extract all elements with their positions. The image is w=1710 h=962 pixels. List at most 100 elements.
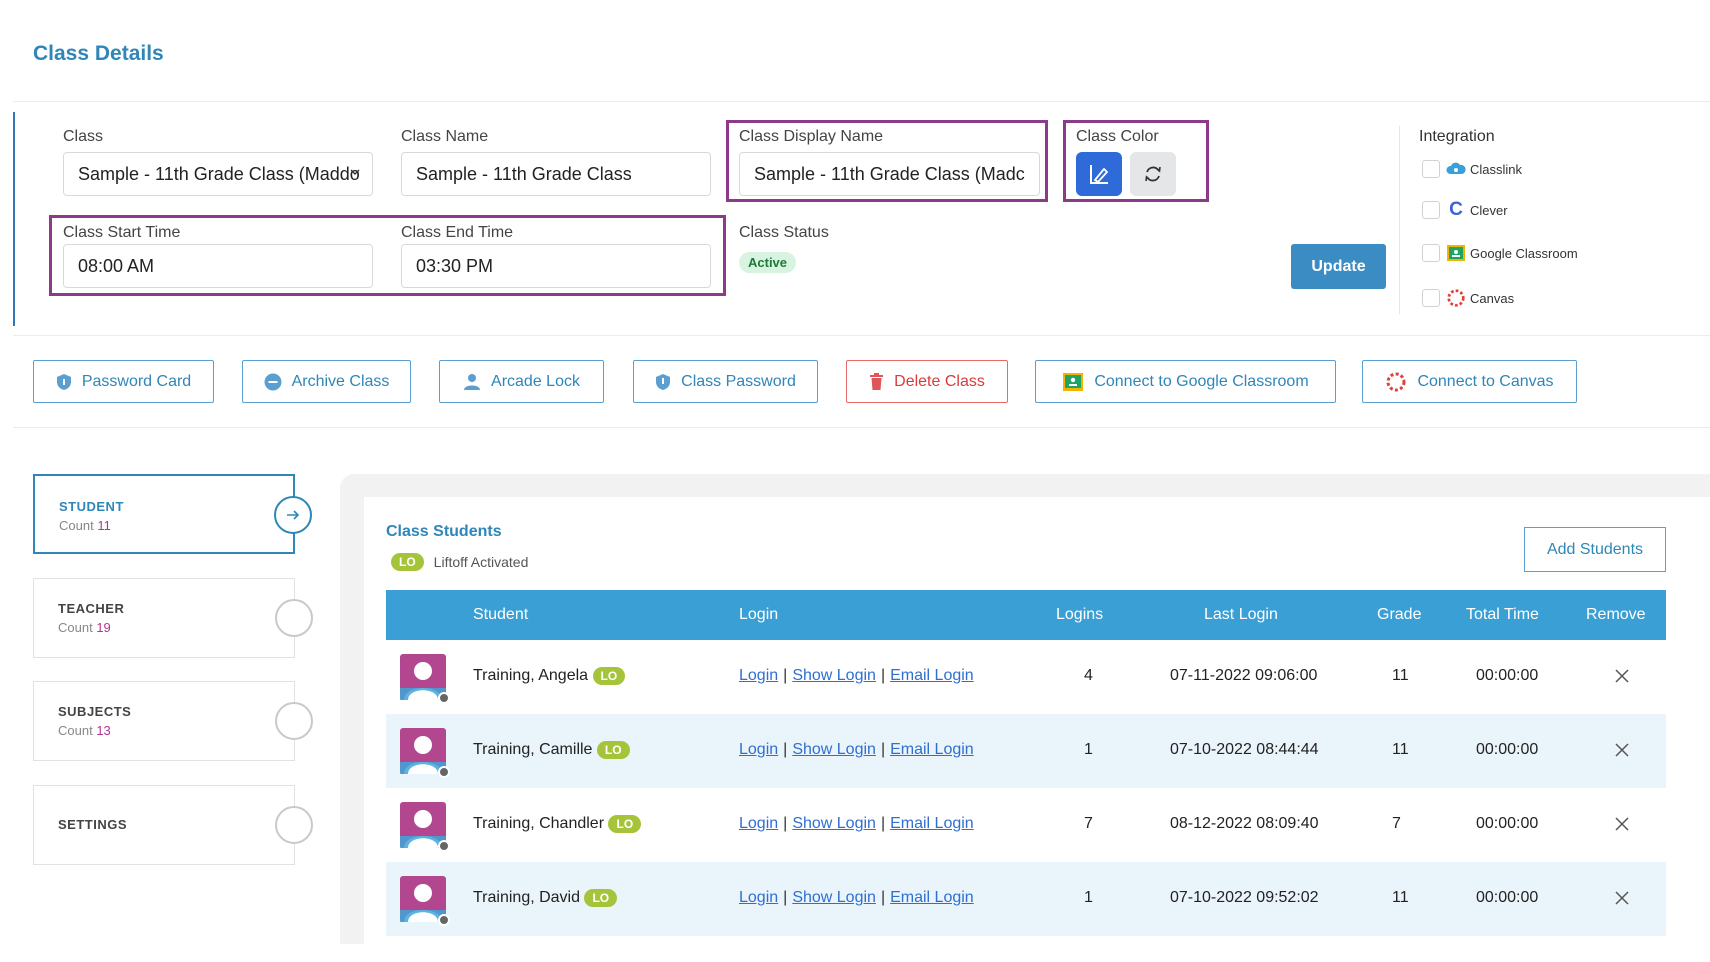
integration-title: Integration (1419, 128, 1495, 145)
class-name-input[interactable]: Sample - 11th Grade Class (401, 152, 711, 196)
login-link[interactable]: Login (739, 815, 778, 832)
integration-google-classroom[interactable]: Google Classroom (1422, 243, 1578, 263)
add-students-button[interactable]: Add Students (1524, 527, 1666, 572)
circle-icon (275, 702, 313, 740)
sidebar-item-settings[interactable]: SETTINGS (33, 785, 313, 865)
class-color-label: Class Color (1076, 128, 1159, 145)
avatar (400, 654, 450, 704)
start-time-label: Class Start Time (63, 224, 181, 241)
integration-clever[interactable]: C Clever (1422, 199, 1508, 220)
column-header-last-login[interactable]: Last Login (1204, 606, 1278, 624)
clever-icon: C (1449, 199, 1463, 220)
canvas-checkbox[interactable] (1422, 289, 1440, 307)
show-login-link[interactable]: Show Login (792, 815, 876, 832)
link-separator: | (880, 741, 886, 758)
lo-badge: LO (596, 741, 630, 759)
table-row: Training, Chandler LO Login | Show Login | Em… (386, 788, 1666, 862)
canvas-label: Canvas (1470, 290, 1515, 306)
archive-class-label: Archive Class (291, 372, 390, 390)
end-time-input[interactable]: 03:30 PM (401, 244, 711, 288)
google-classroom-label: Google Classroom (1470, 245, 1578, 261)
archive-class-button[interactable]: Archive Class (242, 360, 411, 403)
login-link[interactable]: Login (739, 889, 778, 906)
last-login-cell: 07-11-2022 09:06:00 (1170, 667, 1318, 684)
login-link[interactable]: Login (739, 667, 778, 684)
form-divider (13, 335, 1710, 336)
student-name-cell: Training, Camille LO (473, 741, 630, 759)
classlink-checkbox[interactable] (1422, 160, 1440, 178)
logins-cell: 1 (1084, 889, 1093, 906)
class-select[interactable]: Sample - 11th Grade Class (Maddo (63, 152, 373, 196)
sidebar-item-title: TEACHER (58, 601, 125, 616)
column-header-logins[interactable]: Logins (1056, 606, 1103, 624)
class-password-button[interactable]: Class Password (633, 360, 818, 403)
start-time-input[interactable]: 08:00 AM (63, 244, 373, 288)
sidebar-item-title: STUDENT (59, 499, 124, 514)
sidebar-item-teacher[interactable]: TEACHER Count 19 (33, 578, 313, 658)
classlink-label: Classlink (1470, 161, 1523, 177)
close-icon[interactable] (1614, 742, 1630, 758)
avatar (400, 728, 450, 778)
grade-cell: 11 (1392, 741, 1409, 758)
arrow-right-circle-icon[interactable] (274, 496, 312, 534)
sidebar-item-count: Count 19 (58, 620, 111, 635)
sidebar-item-student[interactable]: STUDENT Count 11 (33, 474, 312, 554)
total-time-cell: 00:00:00 (1476, 815, 1539, 832)
logins-cell: 4 (1084, 667, 1093, 684)
grade-cell: 11 (1392, 889, 1409, 906)
class-password-label: Class Password (681, 372, 796, 390)
connect-canvas-button[interactable]: Connect to Canvas (1362, 360, 1577, 403)
show-login-link[interactable]: Show Login (792, 889, 876, 906)
show-login-link[interactable]: Show Login (792, 741, 876, 758)
email-login-link[interactable]: Email Login (890, 667, 974, 684)
link-separator: | (880, 667, 886, 684)
display-name-label: Class Display Name (739, 128, 884, 145)
google-classroom-checkbox[interactable] (1422, 244, 1440, 262)
column-header-student[interactable]: Student (473, 606, 528, 624)
email-login-link[interactable]: Email Login (890, 815, 974, 832)
student-name: Training, David (473, 889, 581, 906)
link-separator: | (783, 889, 788, 906)
login-link[interactable]: Login (739, 741, 778, 758)
email-login-link[interactable]: Email Login (890, 889, 974, 906)
status-dot (438, 840, 450, 852)
close-icon[interactable] (1614, 816, 1630, 832)
avatar (400, 876, 450, 926)
clever-checkbox[interactable] (1422, 201, 1440, 219)
column-header-total-time[interactable]: Total Time (1466, 606, 1539, 624)
email-login-link[interactable]: Email Login (890, 741, 974, 758)
integration-classlink[interactable]: Classlink (1422, 159, 1522, 179)
student-name-cell: Training, David LO (473, 889, 618, 907)
total-time-cell: 00:00:00 (1476, 667, 1539, 684)
password-card-label: Password Card (81, 372, 192, 390)
class-select-value: Sample - 11th Grade Class (Maddo (78, 163, 360, 184)
close-icon[interactable] (1614, 668, 1630, 684)
end-time-label: Class End Time (401, 224, 514, 241)
chevron-down-icon (350, 169, 360, 175)
circle-icon (275, 806, 313, 844)
color-picker-icon (1090, 165, 1109, 184)
column-header-login: Login (739, 606, 779, 623)
status-dot (438, 766, 450, 778)
integration-divider (1399, 126, 1400, 314)
update-button[interactable]: Update (1291, 244, 1386, 289)
connect-google-button[interactable]: Connect to Google Classroom (1035, 360, 1336, 403)
reset-color-button[interactable] (1130, 152, 1176, 196)
show-login-link[interactable]: Show Login (792, 667, 876, 684)
delete-class-button[interactable]: Delete Class (846, 360, 1008, 403)
total-time-cell: 00:00:00 (1476, 889, 1539, 906)
color-picker-button[interactable] (1076, 152, 1122, 196)
lo-legend-label: Liftoff Activated (433, 554, 529, 570)
sidebar-item-count: Count 13 (58, 723, 111, 738)
close-icon[interactable] (1614, 890, 1630, 906)
arcade-lock-button[interactable]: Arcade Lock (439, 360, 604, 403)
user-icon (464, 373, 481, 390)
sidebar-item-count: Count 11 (59, 518, 111, 533)
password-card-button[interactable]: Password Card (33, 360, 214, 403)
header-divider (13, 101, 1710, 102)
student-name: Training, Angela (473, 667, 589, 684)
column-header-grade[interactable]: Grade (1377, 606, 1421, 624)
display-name-input[interactable]: Sample - 11th Grade Class (Madc (739, 152, 1040, 196)
integration-canvas[interactable]: Canvas (1422, 288, 1514, 308)
sidebar-item-subjects[interactable]: SUBJECTS Count 13 (33, 681, 313, 761)
